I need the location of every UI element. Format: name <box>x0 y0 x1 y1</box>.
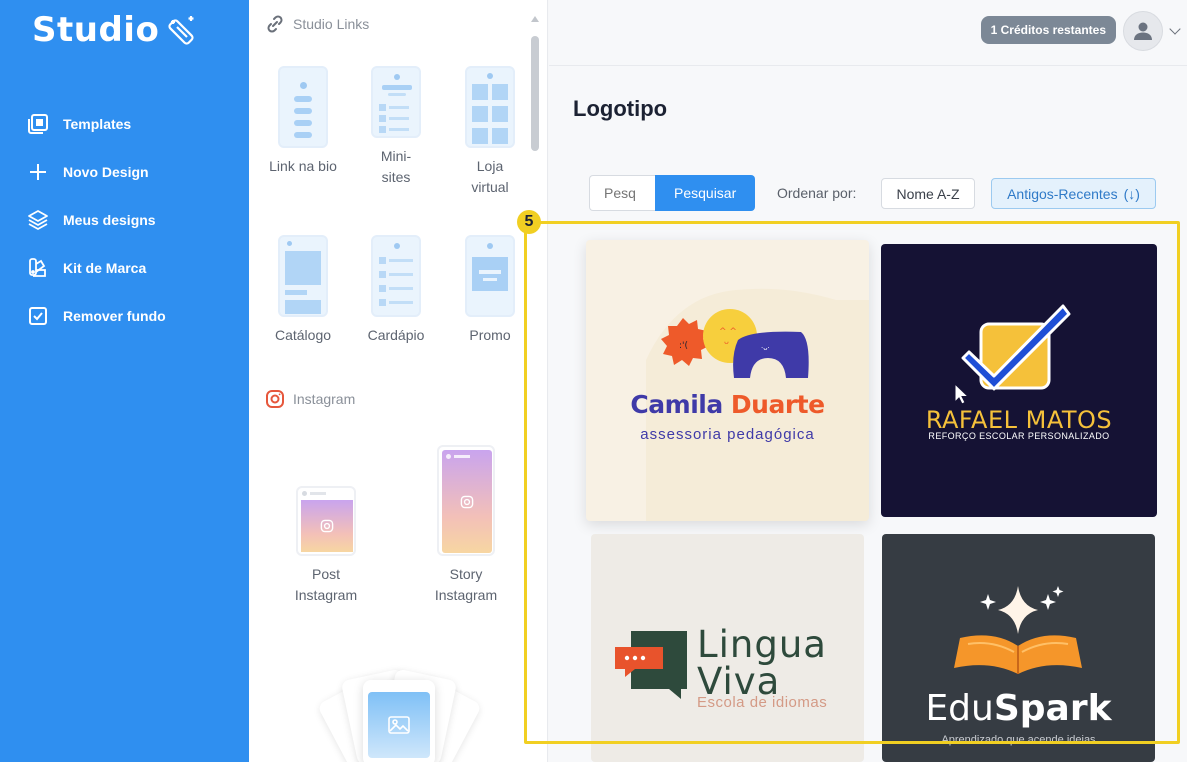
section-studio-links: Studio Links <box>265 14 369 34</box>
link-icon <box>267 15 283 33</box>
template-label: Promo <box>469 327 511 343</box>
nav-item-templates[interactable]: Templates <box>0 100 249 148</box>
template-panel: Studio Links Link na bio Mini-sites Loja… <box>249 0 548 762</box>
user-avatar[interactable] <box>1123 11 1163 51</box>
nav-item-remover-fundo[interactable]: Remover fundo <box>0 292 249 340</box>
nav-item-meus-designs[interactable]: Meus designs <box>0 196 249 244</box>
checkbox-icon <box>29 307 47 325</box>
instagram-icon <box>460 495 474 509</box>
search-input[interactable] <box>589 175 655 211</box>
logo-camila-name-part2: Duarte <box>730 390 825 419</box>
sort-date-button[interactable]: Antigos-Recentes (↓) <box>991 178 1156 209</box>
logo-card-lingua-viva[interactable]: Lingua Viva Escola de idiomas <box>591 534 864 762</box>
template-cardapio[interactable]: Cardápio <box>356 235 436 346</box>
logo-edu-part1: Edu <box>925 688 994 729</box>
svg-text::'(: :'( <box>679 341 688 351</box>
gallery-preview[interactable] <box>316 666 483 762</box>
template-thumbnail <box>465 66 515 148</box>
template-thumbnail <box>278 235 328 317</box>
logo-camila-name-part1: Camila <box>630 390 731 419</box>
nav-label-templates: Templates <box>63 116 132 132</box>
template-thumbnail <box>296 486 356 556</box>
template-loja-virtual[interactable]: Loja virtual <box>450 66 530 198</box>
nav-label-meus-designs: Meus designs <box>63 212 156 228</box>
templates-icon <box>28 114 48 134</box>
search-bar: Pesquisar <box>589 175 756 211</box>
logo-lingua-line1: Lingua <box>697 623 827 666</box>
template-post-instagram[interactable]: Post Instagram <box>286 486 366 606</box>
nav-item-kit-de-marca[interactable]: Kit de Marca <box>0 244 249 292</box>
template-label: Post Instagram <box>294 566 358 603</box>
logo-edu-name: EduSpark <box>882 688 1155 729</box>
svg-text:ᴗ: ᴗ <box>724 337 729 346</box>
panel-scrollbar[interactable] <box>531 16 539 756</box>
sort-name-button[interactable]: Nome A-Z <box>881 178 975 209</box>
top-bar: 1 Créditos restantes <box>549 0 1187 66</box>
logo-card-camila-duarte[interactable]: :'( ^ ^ ᴗ ·ᴗ· Camila Duarte assessoria p… <box>586 240 869 521</box>
brand-kit-icon <box>29 258 46 277</box>
scrollbar-thumb[interactable] <box>531 36 539 151</box>
template-label: Mini-sites <box>380 148 412 185</box>
instagram-icon <box>266 390 284 408</box>
order-label: Ordenar por: <box>777 185 857 201</box>
magic-wand-icon <box>168 16 194 45</box>
checkmark-logo-icon <box>954 304 1071 405</box>
logo-edu-subtitle: Aprendizado que acende ideias <box>941 734 1096 746</box>
nav-label-remover-fundo: Remover fundo <box>63 308 166 324</box>
logo-lingua-name: Lingua Viva <box>697 626 827 700</box>
image-icon <box>388 716 410 734</box>
plus-icon <box>30 164 46 180</box>
logo-lingua-subtitle: Escola de idiomas <box>697 694 828 711</box>
left-sidebar: Studio Templates Novo Design Meus design… <box>0 0 249 762</box>
template-label: Catálogo <box>274 327 332 343</box>
template-thumbnail <box>437 445 495 556</box>
nav-label-novo-design: Novo Design <box>63 164 149 180</box>
nav-label-kit-de-marca: Kit de Marca <box>63 260 147 276</box>
template-label: Cardápio <box>367 327 425 343</box>
template-promo[interactable]: Promo <box>450 235 530 346</box>
svg-text:^ ^: ^ ^ <box>719 327 737 337</box>
layers-icon <box>28 210 48 230</box>
template-catalogo[interactable]: Catálogo <box>263 235 343 346</box>
logo-card-eduspark[interactable]: EduSpark Aprendizado que acende ideias <box>882 534 1155 762</box>
logo-card-rafael-matos[interactable]: RAFAEL MATOS REFORÇO ESCOLAR PERSONALIZA… <box>881 244 1157 517</box>
template-thumbnail <box>465 235 515 317</box>
search-button[interactable]: Pesquisar <box>655 175 756 211</box>
section-title-studio-links: Studio Links <box>293 16 370 32</box>
template-label: Story Instagram <box>434 566 498 603</box>
credits-badge[interactable]: 1 Créditos restantes <box>980 16 1116 44</box>
template-link-na-bio[interactable]: Link na bio <box>263 66 343 177</box>
logo-artwork: :'( ^ ^ ᴗ ·ᴗ· <box>646 288 869 521</box>
logo-rafael-name: RAFAEL MATOS <box>925 406 1113 434</box>
user-icon <box>1134 22 1152 40</box>
section-title-instagram: Instagram <box>293 391 356 407</box>
svg-text:·ᴗ·: ·ᴗ· <box>761 344 770 352</box>
nav-item-novo-design[interactable]: Novo Design <box>0 148 249 196</box>
template-label: Link na bio <box>269 158 337 174</box>
main-nav: Templates Novo Design Meus designs Kit d… <box>0 100 249 340</box>
brand-name: Studio <box>32 10 160 50</box>
logo-rafael-subtitle: REFORÇO ESCOLAR PERSONALIZADO <box>928 431 1110 441</box>
page-title: Logotipo <box>573 96 668 121</box>
logo-camila-name: Camila Duarte <box>586 390 869 419</box>
logo-edu-part2: Spark <box>993 688 1112 729</box>
brand-logo[interactable]: Studio <box>32 10 201 50</box>
section-instagram: Instagram <box>265 389 355 409</box>
instagram-icon <box>320 519 334 533</box>
sort-arrow: (↓) <box>1123 185 1140 202</box>
highlight-step-badge: 5 <box>517 210 541 234</box>
template-mini-sites[interactable]: Mini-sites <box>356 66 436 188</box>
template-label: Loja virtual <box>471 158 509 195</box>
template-story-instagram[interactable]: Story Instagram <box>426 445 506 606</box>
scroll-up-arrow-icon[interactable] <box>531 16 539 22</box>
template-thumbnail <box>278 66 328 148</box>
template-thumbnail <box>371 66 421 138</box>
chevron-down-icon[interactable] <box>1169 23 1181 35</box>
template-thumbnail <box>371 235 421 317</box>
sort-date-label: Antigos-Recentes <box>1007 185 1118 202</box>
logo-camila-subtitle: assessoria pedagógica <box>640 426 815 443</box>
